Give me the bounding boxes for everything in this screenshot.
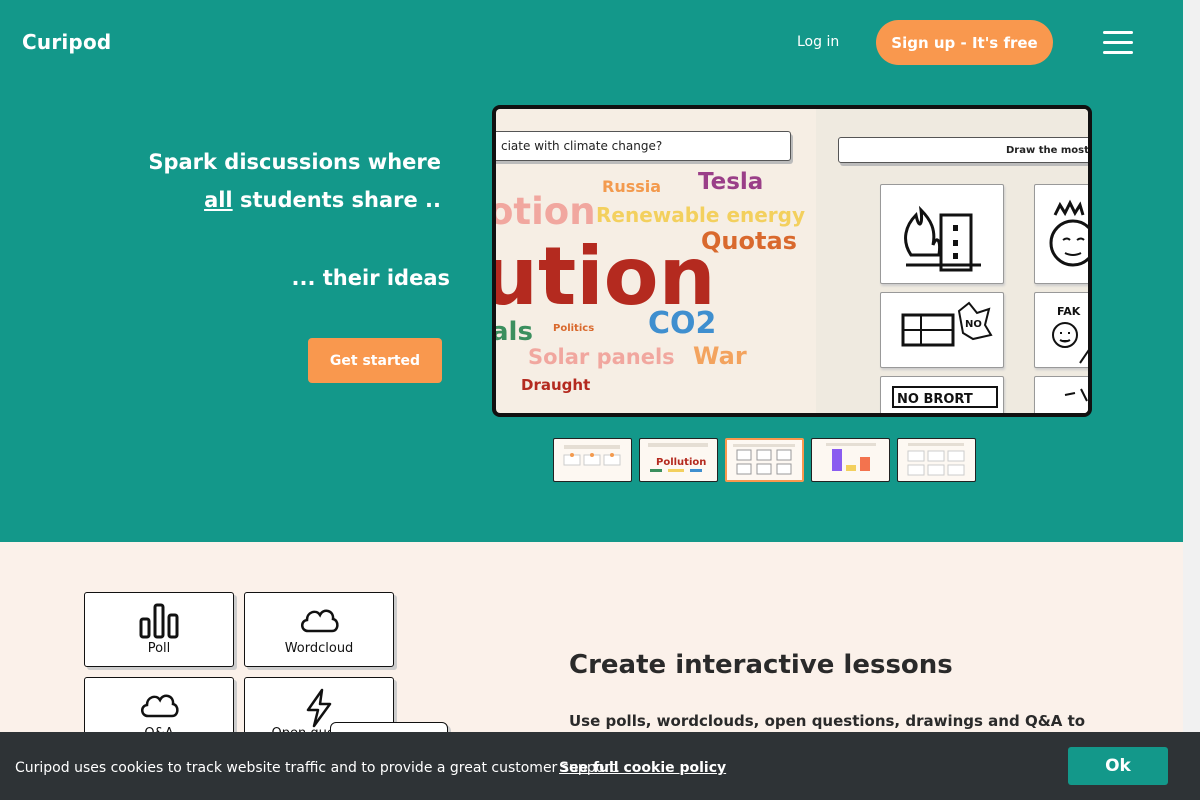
- factory-drawing-icon: NO: [901, 301, 993, 347]
- wordcloud-slide: ciate with climate change? Russia Tesla …: [496, 109, 816, 413]
- thumbnail-slide-1[interactable]: [553, 438, 632, 482]
- thumbnail-1-preview-icon: [563, 445, 621, 466]
- thumbnail-slide-2[interactable]: Pollution: [639, 438, 718, 482]
- word-tesla: Tesla: [698, 169, 764, 195]
- feature-card-wordcloud[interactable]: Wordcloud: [244, 592, 394, 667]
- thumbnail-slide-4[interactable]: [811, 438, 890, 482]
- word-otion: otion: [496, 190, 596, 233]
- cloud-icon: [301, 609, 339, 633]
- drawing-tile-fire: [880, 184, 1004, 284]
- cookie-policy-link[interactable]: See full cookie policy: [559, 760, 726, 776]
- thumbnail-slide-3-active[interactable]: [725, 438, 804, 482]
- feature-card-poll[interactable]: Poll: [84, 592, 234, 667]
- cookie-text: Curipod uses cookies to track website tr…: [15, 760, 620, 776]
- word-draught: Draught: [521, 376, 591, 394]
- thumbnail-2-preview-icon: Pollution: [648, 443, 708, 472]
- thumbnail-5-preview-icon: [907, 443, 965, 476]
- section-description: Use polls, wordclouds, open questions, d…: [569, 712, 1086, 730]
- cookie-ok-button[interactable]: Ok: [1068, 747, 1168, 785]
- hero-line-3: ... their ideas: [291, 266, 450, 290]
- face-drawing-icon: [1049, 199, 1088, 267]
- drawing-question-box: Draw the most i: [838, 137, 1088, 163]
- slide-preview-screen: ciate with climate change? Russia Tesla …: [496, 109, 1088, 413]
- get-started-button[interactable]: Get started: [308, 338, 442, 383]
- hero-line-2: all students share ..: [204, 188, 441, 212]
- word-co2: CO2: [648, 306, 717, 341]
- fire-building-drawing-icon: [904, 205, 981, 272]
- hero-line-2-rest: students share ..: [232, 188, 441, 212]
- svg-text:NO BRORT: NO BRORT: [897, 392, 973, 407]
- thumbnail-4-preview-icon: [826, 443, 876, 471]
- word-politics: Politics: [553, 323, 595, 334]
- drawing-tile-misc: [1034, 376, 1088, 413]
- signup-button[interactable]: Sign up - It's free: [876, 20, 1053, 65]
- drawing-slide: Draw the most i NO FAK NO BRORT: [816, 109, 1088, 413]
- word-renewable-energy: Renewable energy: [596, 203, 806, 227]
- cookie-banner: Curipod uses cookies to track website tr…: [0, 732, 1200, 800]
- drawing-tile-factory: NO: [880, 292, 1004, 368]
- slide-preview-device: ciate with climate change? Russia Tesla …: [492, 105, 1092, 417]
- svg-text:Pollution: Pollution: [656, 457, 706, 468]
- section-title: Create interactive lessons: [569, 650, 953, 680]
- hero-underline-word: all: [204, 188, 233, 212]
- login-link[interactable]: Log in: [797, 34, 839, 50]
- svg-text:NO: NO: [965, 319, 982, 330]
- feature-card-label: Poll: [147, 641, 171, 656]
- word-russia: Russia: [602, 177, 662, 196]
- bar-chart-icon: [139, 603, 179, 639]
- misc-drawing-icon: [1064, 388, 1088, 402]
- word-war: War: [693, 342, 747, 370]
- hamburger-menu-icon[interactable]: [1101, 29, 1135, 57]
- figure-drawing-icon: FAK: [1052, 305, 1088, 364]
- hero-line-1: Spark discussions where: [148, 150, 441, 174]
- word-als: als: [496, 317, 533, 347]
- word-solar-panels: Solar panels: [528, 345, 675, 369]
- page-scrollbar[interactable]: [1183, 0, 1200, 800]
- thumbnail-slide-5[interactable]: [897, 438, 976, 482]
- word-ution: ution: [496, 230, 716, 323]
- svg-text:FAK: FAK: [1057, 305, 1081, 318]
- sign-drawing-icon: NO BRORT: [892, 386, 998, 408]
- drawing-tile-sign: NO BRORT: [880, 376, 1004, 413]
- cloud-icon: [141, 694, 179, 718]
- feature-card-label: Wordcloud: [284, 641, 354, 656]
- curipod-logo[interactable]: Curipod: [22, 30, 111, 54]
- drawing-tile-figure: FAK: [1034, 292, 1088, 368]
- thumbnail-3-preview-icon: [733, 444, 795, 475]
- lightning-icon: [306, 688, 332, 728]
- drawing-tile-face: [1034, 184, 1088, 284]
- slide-question-box: ciate with climate change?: [496, 131, 791, 161]
